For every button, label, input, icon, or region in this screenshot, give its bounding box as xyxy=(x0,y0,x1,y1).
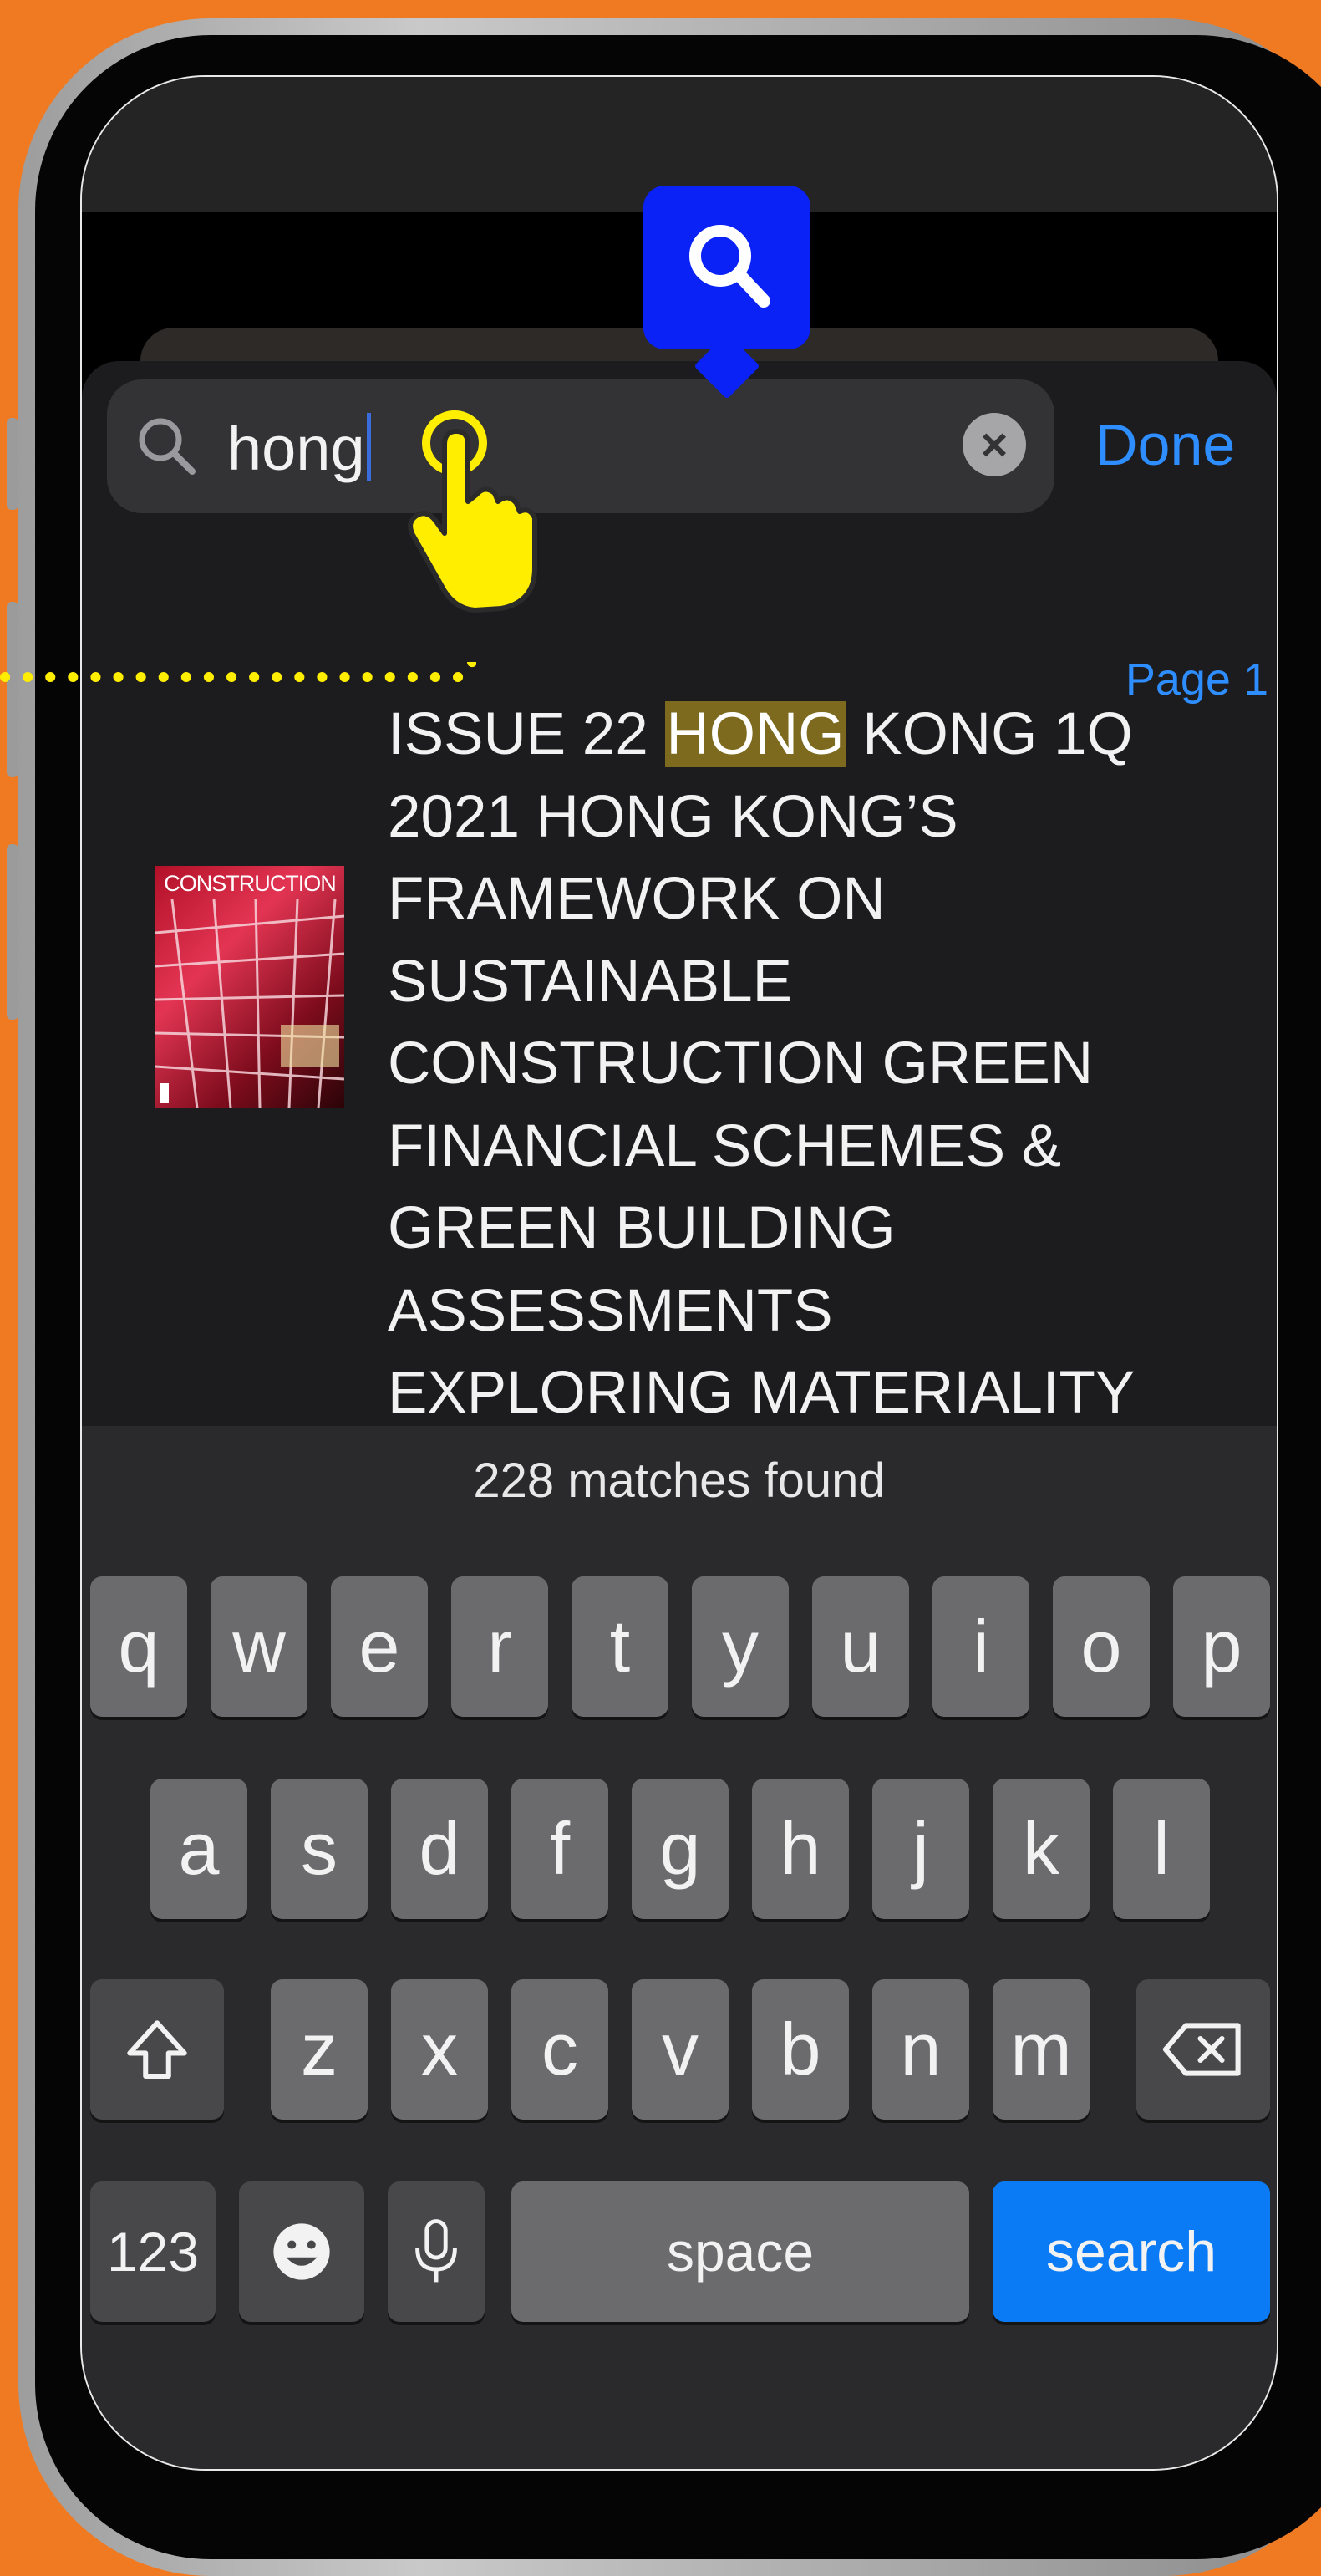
key-i[interactable]: i xyxy=(932,1576,1029,1717)
key-x[interactable]: x xyxy=(391,1979,488,2120)
key-g[interactable]: g xyxy=(632,1779,729,1919)
space-key[interactable]: space xyxy=(511,2181,969,2322)
key-l[interactable]: l xyxy=(1113,1779,1210,1919)
search-badge-icon xyxy=(689,225,770,308)
result-snippet[interactable]: ISSUE 22 HONG KONG 1Q 2021 HONG KONG’S F… xyxy=(388,694,1190,1435)
key-e[interactable]: e xyxy=(331,1576,428,1717)
key-q[interactable]: q xyxy=(90,1576,187,1717)
key-c[interactable]: c xyxy=(511,1979,608,2120)
done-button[interactable]: Done xyxy=(1095,403,1235,486)
key-n[interactable]: n xyxy=(872,1979,969,2120)
key-b[interactable]: b xyxy=(752,1979,849,2120)
snippet-after: KONG 1Q 2021 HONG KONG’S FRAMEWORK ON SU… xyxy=(388,701,1136,1426)
thumbnail-cover-art xyxy=(155,899,344,1108)
numbers-key[interactable]: 123 xyxy=(90,2181,216,2322)
text-caret xyxy=(366,413,371,481)
key-a[interactable]: a xyxy=(150,1779,247,1919)
key-s[interactable]: s xyxy=(271,1779,368,1919)
phone-screen: hong × Done Page 1 CONSTRUCTION ISSUE 22… xyxy=(80,75,1278,2471)
key-j[interactable]: j xyxy=(872,1779,969,1919)
key-h[interactable]: h xyxy=(752,1779,849,1919)
key-f[interactable]: f xyxy=(511,1779,608,1919)
dictation-key[interactable] xyxy=(388,2181,485,2322)
search-key[interactable]: search xyxy=(993,2181,1270,2322)
key-w[interactable]: w xyxy=(211,1576,307,1717)
key-y[interactable]: y xyxy=(692,1576,789,1717)
key-v[interactable]: v xyxy=(632,1979,729,2120)
key-o[interactable]: o xyxy=(1053,1576,1150,1717)
key-u[interactable]: u xyxy=(812,1576,909,1717)
clear-x-icon[interactable]: × xyxy=(963,413,1026,476)
emoji-icon xyxy=(273,2223,330,2280)
microphone-icon xyxy=(415,2219,457,2283)
annotation-dotted-line xyxy=(0,662,476,684)
key-t[interactable]: t xyxy=(572,1576,668,1717)
key-d[interactable]: d xyxy=(391,1779,488,1919)
magnifier-icon xyxy=(139,418,196,475)
key-r[interactable]: r xyxy=(451,1576,548,1717)
shift-key[interactable] xyxy=(90,1979,224,2120)
backspace-icon xyxy=(1162,2023,1241,2076)
delete-key[interactable] xyxy=(1136,1979,1270,2120)
key-z[interactable]: z xyxy=(271,1979,368,2120)
shift-icon xyxy=(127,2020,187,2079)
key-p[interactable]: p xyxy=(1173,1576,1270,1717)
search-query: hong xyxy=(227,414,365,483)
thumbnail-title: CONSTRUCTION xyxy=(164,871,337,896)
key-k[interactable]: k xyxy=(993,1779,1090,1919)
key-m[interactable]: m xyxy=(993,1979,1090,2120)
result-thumbnail[interactable]: CONSTRUCTION xyxy=(155,866,344,1108)
mute-switch xyxy=(7,418,18,510)
emoji-key[interactable] xyxy=(239,2181,364,2322)
tap-hand-icon xyxy=(408,410,537,613)
match-highlight: HONG xyxy=(664,701,846,767)
search-input[interactable]: hong xyxy=(227,413,371,483)
volume-down-button xyxy=(7,844,18,1020)
matches-count: 228 matches found xyxy=(473,1453,886,1508)
